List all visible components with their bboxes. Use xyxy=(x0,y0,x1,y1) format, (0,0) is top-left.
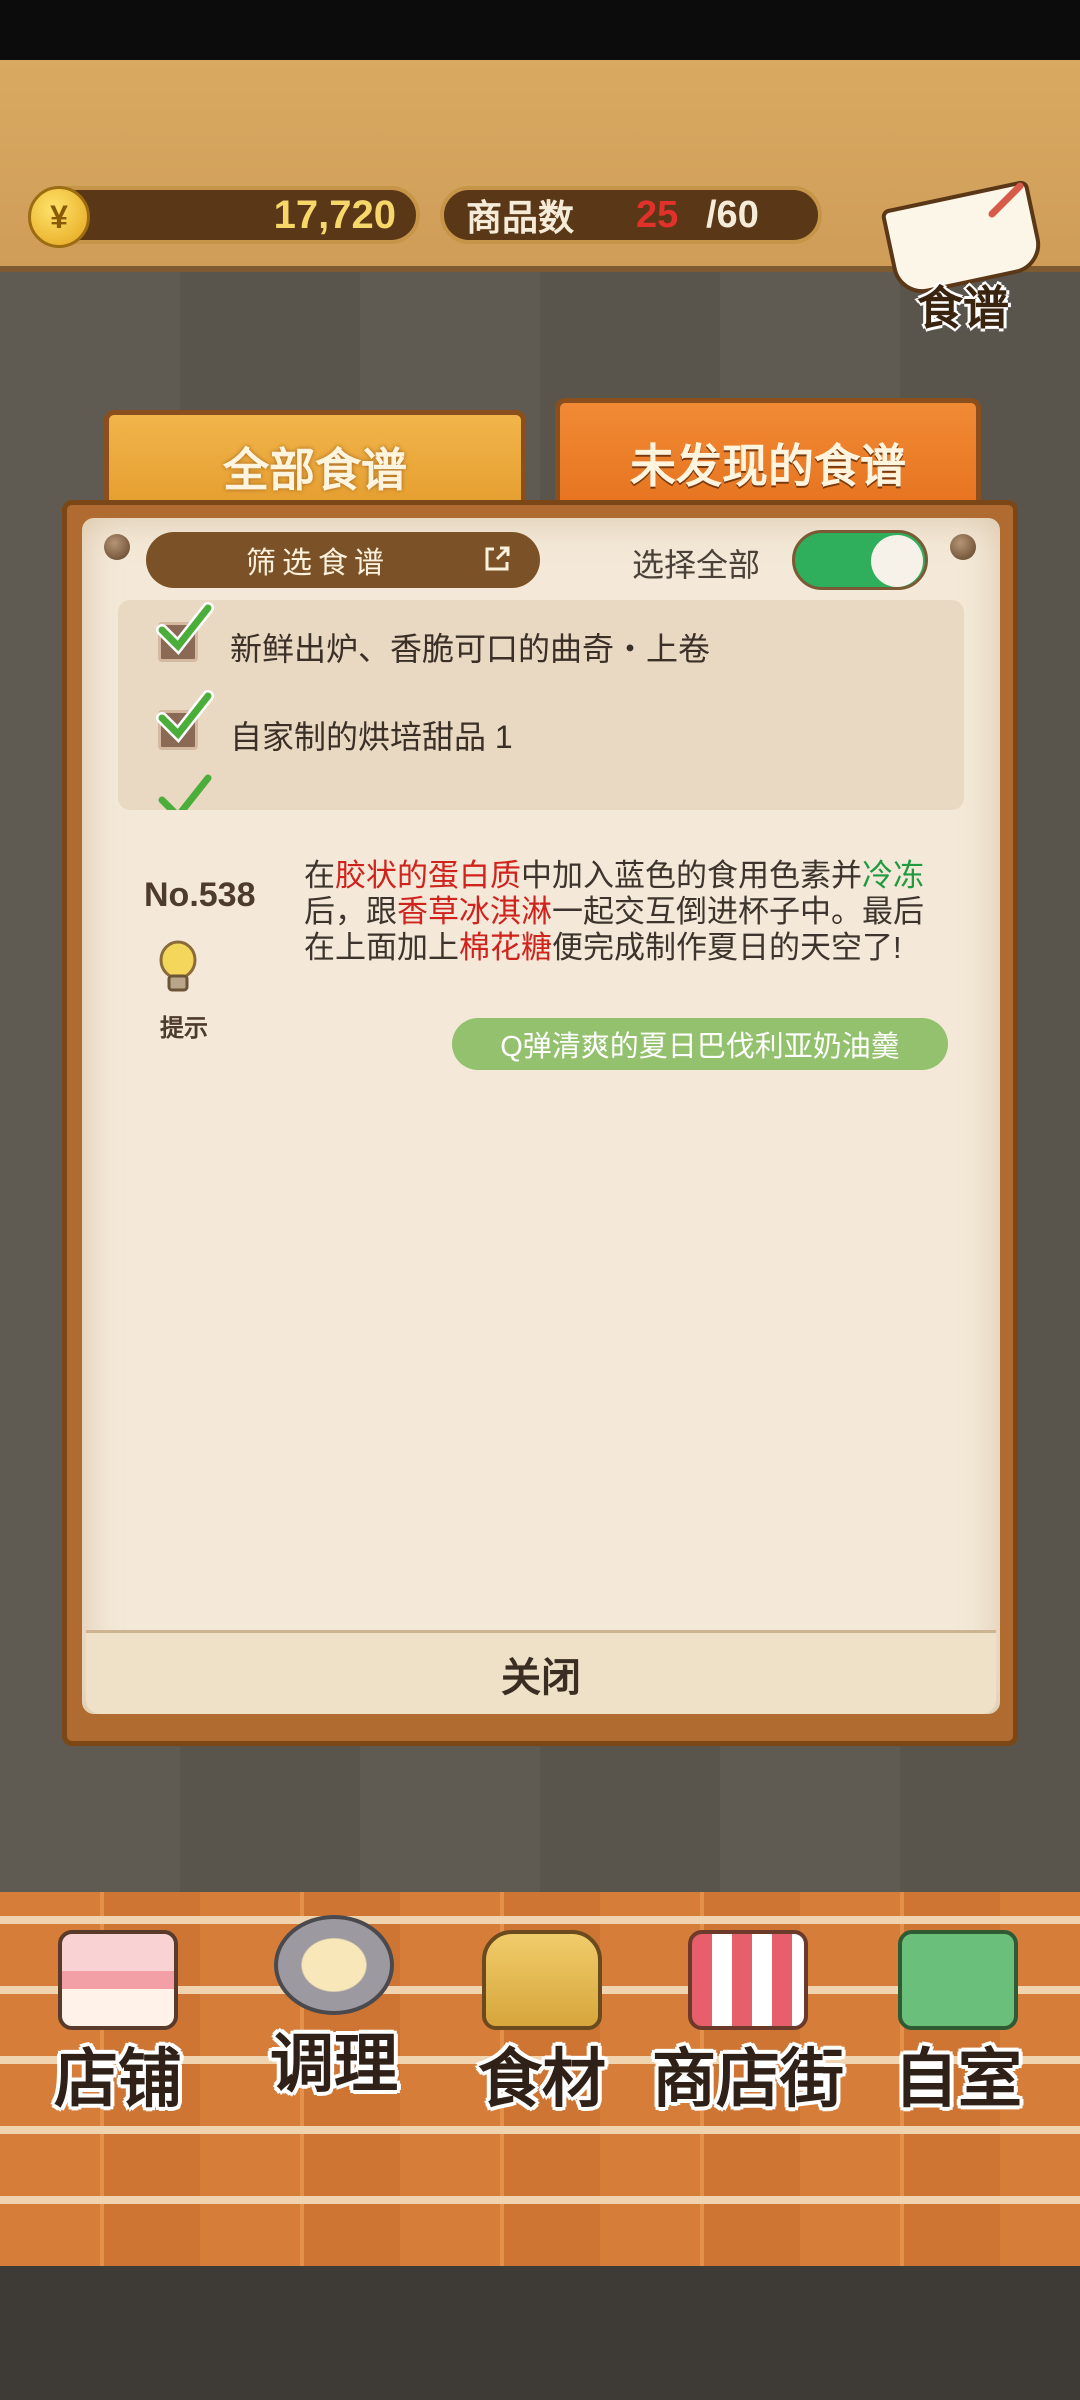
select-all-label: 选择全部 xyxy=(632,547,761,583)
product-count-current: 25 xyxy=(636,193,679,236)
open-external-icon xyxy=(485,546,510,571)
recipe-description: 在胶状的蛋白质中加入蓝色的食用色素并冷冻后，跟香草冰淇淋一起交互倒进杯子中。最后… xyxy=(304,858,924,965)
checkmark-icon xyxy=(156,690,214,744)
filter-recipes-label: 筛选食谱 xyxy=(246,547,390,580)
product-counter: 商品数 25 /60 xyxy=(440,186,822,244)
flour-sack-icon xyxy=(482,1930,602,2030)
product-count-label: 商品数 xyxy=(466,197,575,238)
filter-list[interactable]: 新鲜出炉、香脆可口的曲奇・上卷 自家制的烘培甜品 1 xyxy=(118,600,964,810)
select-all-toggle[interactable] xyxy=(792,530,928,590)
nail-icon xyxy=(950,534,976,560)
nav-my-room-label: 自室 xyxy=(894,2043,1022,2115)
checkmark-icon xyxy=(158,774,212,810)
hint-label[interactable]: 提示 xyxy=(160,1008,208,1043)
pencil-icon xyxy=(988,182,1024,218)
list-item-label: 新鲜出炉、香脆可口的曲奇・上卷 xyxy=(230,631,711,667)
filter-recipes-button[interactable]: 筛选食谱 xyxy=(146,532,540,588)
nav-my-room[interactable]: 自室 xyxy=(858,1920,1058,2120)
lightbulb-icon[interactable] xyxy=(156,940,202,998)
mixing-bowl-icon xyxy=(274,1915,394,2015)
coin-amount: 17,720 xyxy=(273,192,396,237)
status-bar xyxy=(0,0,1080,60)
recipe-name-badge: Q弹清爽的夏日巴伐利亚奶油羹 xyxy=(452,1018,948,1070)
floor xyxy=(0,2266,1080,2400)
nav-shop-label: 店铺 xyxy=(54,2043,182,2115)
nav-ingredients[interactable]: 食材 xyxy=(442,1920,642,2120)
nav-ingredients-label: 食材 xyxy=(478,2043,606,2115)
list-item[interactable]: 自家制的烘培甜品 1 xyxy=(118,688,964,768)
cake-icon xyxy=(58,1930,178,2030)
recipe-book-button[interactable]: 食谱 xyxy=(868,179,1048,340)
list-item-label: 自家制的烘培甜品 1 xyxy=(230,719,513,755)
nav-cooking[interactable]: 调理 xyxy=(234,1905,434,2105)
close-label: 关闭 xyxy=(501,1655,581,1700)
product-count-max: /60 xyxy=(706,193,759,236)
checkmark-icon xyxy=(156,602,214,656)
staff-only-sign-icon xyxy=(898,1930,1018,2030)
storefront-icon xyxy=(688,1930,808,2030)
nav-shopping-street-label: 商店街 xyxy=(652,2043,844,2115)
nav-shopping-street[interactable]: 商店街 xyxy=(648,1920,848,2120)
coin-counter: ¥ 17,720 xyxy=(28,186,420,248)
nav-shop[interactable]: 店铺 xyxy=(18,1920,218,2120)
nav-cooking-label: 调理 xyxy=(270,2028,398,2100)
recipe-number: No.538 xyxy=(144,876,256,914)
recipe-book-label: 食谱 xyxy=(917,282,1009,334)
coin-icon: ¥ xyxy=(28,186,90,248)
nail-icon xyxy=(104,534,130,560)
close-button[interactable]: 关闭 xyxy=(86,1630,996,1714)
toggle-knob xyxy=(871,535,923,587)
list-item[interactable]: 新鲜出炉、香脆可口的曲奇・上卷 xyxy=(118,600,964,680)
